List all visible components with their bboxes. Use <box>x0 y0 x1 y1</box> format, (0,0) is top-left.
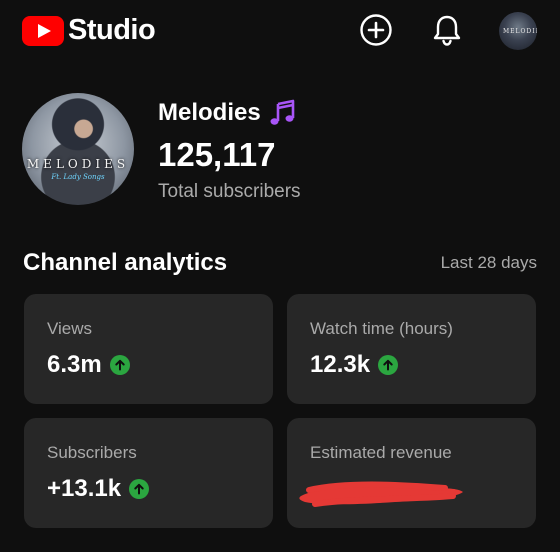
watch-time-card[interactable]: Watch time (hours) 12.3k <box>287 294 536 404</box>
musical-notes-icon <box>267 98 297 128</box>
subscriber-count: 125,117 <box>158 136 276 173</box>
youtube-play-icon <box>22 15 64 46</box>
account-avatar[interactable]: MELODIES <box>499 12 537 50</box>
analytics-title: Channel analytics <box>23 249 228 276</box>
trend-up-icon <box>109 355 130 375</box>
trend-up-icon <box>129 479 150 499</box>
views-card[interactable]: Views 6.3m <box>24 294 273 404</box>
card-label: Subscribers <box>47 443 137 462</box>
notifications-bell-icon[interactable] <box>429 12 465 48</box>
channel-name: Melodies <box>158 98 297 128</box>
card-value: 6.3m <box>47 351 102 378</box>
channel-avatar[interactable]: MELODIES Ft. Lady Songs <box>22 93 134 205</box>
card-label: Watch time (hours) <box>310 319 453 338</box>
analytics-date-range[interactable]: Last 28 days <box>441 253 537 273</box>
card-value-row: 6.3m <box>47 351 130 379</box>
channel-avatar-subtitle: Ft. Lady Songs <box>51 173 105 181</box>
trend-up-icon <box>378 355 399 375</box>
card-label: Views <box>47 319 93 338</box>
studio-logo[interactable]: Studio <box>22 14 156 47</box>
subscribers-card[interactable]: Subscribers +13.1k <box>24 418 273 528</box>
card-value-row: 12.3k <box>310 351 399 379</box>
subscriber-label: Total subscribers <box>158 181 301 202</box>
channel-avatar-title: MELODIES <box>26 157 130 171</box>
channel-name-text: Melodies <box>158 99 261 126</box>
estimated-revenue-card[interactable]: Estimated revenue <box>287 418 536 528</box>
account-avatar-text: MELODIES <box>503 28 537 35</box>
create-icon[interactable] <box>358 12 394 48</box>
logo-text: Studio <box>68 14 156 46</box>
redaction-scribble <box>299 481 463 507</box>
card-value: 12.3k <box>310 351 371 378</box>
card-label: Estimated revenue <box>310 443 452 462</box>
card-value: +13.1k <box>47 475 122 502</box>
top-app-bar: Studio MELODIES <box>0 0 560 62</box>
card-value-row: +13.1k <box>47 475 150 503</box>
